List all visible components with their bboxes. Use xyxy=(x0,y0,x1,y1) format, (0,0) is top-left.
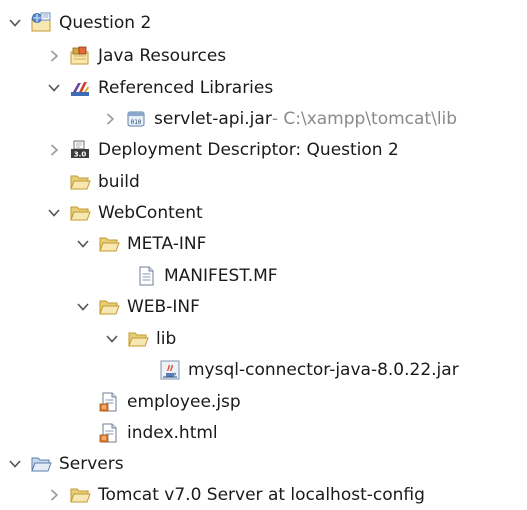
tree-item-java-resources[interactable]: Java Resources xyxy=(47,40,226,71)
tree-item-index-html[interactable]: index.html xyxy=(76,417,218,448)
jar-icon: 010 xyxy=(125,108,147,130)
chevron-right-icon[interactable] xyxy=(47,49,61,63)
chevron-down-icon[interactable] xyxy=(105,332,119,346)
project-explorer-tree: Question 2 Java Resources Referenced Lib… xyxy=(0,0,527,505)
no-toggle-spacer xyxy=(76,426,90,440)
tree-item-question-2[interactable]: Question 2 xyxy=(8,7,151,38)
tree-item-meta-inf[interactable]: META-INF xyxy=(76,228,206,259)
tree-item-label: MANIFEST.MF xyxy=(164,265,278,286)
chevron-right-icon[interactable] xyxy=(103,112,117,126)
java-resources-icon xyxy=(69,45,91,67)
tree-item-label: Question 2 xyxy=(59,12,152,33)
folder-open-icon xyxy=(127,328,149,350)
no-toggle-spacer xyxy=(113,269,127,283)
tree-item-label: Java Resources xyxy=(98,45,227,66)
tree-item-servlet-api-jar[interactable]: 010 servlet-api.jar - C:\xampp\tomcat\li… xyxy=(103,103,457,134)
chevron-down-icon[interactable] xyxy=(47,81,61,95)
tree-item-label: employee.jsp xyxy=(127,391,241,412)
chevron-down-icon[interactable] xyxy=(8,16,22,30)
chevron-down-icon[interactable] xyxy=(76,300,90,314)
tree-item-servers[interactable]: Servers xyxy=(8,448,124,479)
tree-item-deployment-descriptor[interactable]: 3.0 Deployment Descriptor: Question 2 xyxy=(47,134,399,165)
svg-text:010: 010 xyxy=(131,119,142,126)
tree-item-label: WEB-INF xyxy=(127,296,200,317)
deployment-descriptor-icon: 3.0 xyxy=(69,139,91,161)
jsp-file-icon xyxy=(98,391,120,413)
tree-item-label: Tomcat v7.0 Server at localhost-config xyxy=(98,484,425,505)
no-toggle-spacer xyxy=(76,395,90,409)
folder-open-icon xyxy=(98,233,120,255)
chevron-down-icon[interactable] xyxy=(8,457,22,471)
tree-item-referenced-libraries[interactable]: Referenced Libraries xyxy=(47,72,273,103)
no-toggle-spacer xyxy=(47,175,61,189)
web-project-icon xyxy=(30,12,52,34)
chevron-right-icon[interactable] xyxy=(47,143,61,157)
tree-item-label: mysql-connector-java-8.0.22.jar xyxy=(188,359,459,380)
tree-item-lib[interactable]: lib xyxy=(105,323,176,354)
java-jar-file-icon xyxy=(159,359,181,381)
tree-item-label: servlet-api.jar xyxy=(154,108,272,129)
tree-item-manifest-mf[interactable]: MANIFEST.MF xyxy=(113,260,278,291)
tree-item-label: META-INF xyxy=(127,233,207,254)
tree-item-label: Referenced Libraries xyxy=(98,77,274,98)
chevron-right-icon[interactable] xyxy=(47,488,61,502)
tree-item-label: Servers xyxy=(59,453,124,474)
html-file-icon xyxy=(98,422,120,444)
tree-item-label: index.html xyxy=(127,422,218,443)
libraries-icon xyxy=(69,77,91,99)
svg-text:3.0: 3.0 xyxy=(74,150,87,158)
tree-item-label: Deployment Descriptor: Question 2 xyxy=(98,139,399,160)
folder-open-icon xyxy=(98,296,120,318)
tree-item-webcontent[interactable]: WebContent xyxy=(47,197,203,228)
folder-icon xyxy=(69,171,91,193)
tree-item-label: lib xyxy=(156,328,177,349)
tree-item-build[interactable]: build xyxy=(47,166,140,197)
servers-folder-icon xyxy=(30,453,52,475)
folder-icon xyxy=(69,484,91,506)
text-file-icon xyxy=(135,265,157,287)
tree-item-mysql-connector-jar[interactable]: mysql-connector-java-8.0.22.jar xyxy=(137,354,459,385)
folder-open-icon xyxy=(69,202,91,224)
tree-item-employee-jsp[interactable]: employee.jsp xyxy=(76,386,241,417)
tree-item-web-inf[interactable]: WEB-INF xyxy=(76,291,200,322)
tree-item-decoration: - C:\xampp\tomcat\lib xyxy=(271,108,458,129)
tree-item-label: WebContent xyxy=(98,202,203,223)
chevron-down-icon[interactable] xyxy=(76,237,90,251)
tree-item-label: build xyxy=(98,171,140,192)
tree-item-tomcat-config[interactable]: Tomcat v7.0 Server at localhost-config xyxy=(47,479,425,510)
chevron-down-icon[interactable] xyxy=(47,206,61,220)
no-toggle-spacer xyxy=(137,363,151,377)
